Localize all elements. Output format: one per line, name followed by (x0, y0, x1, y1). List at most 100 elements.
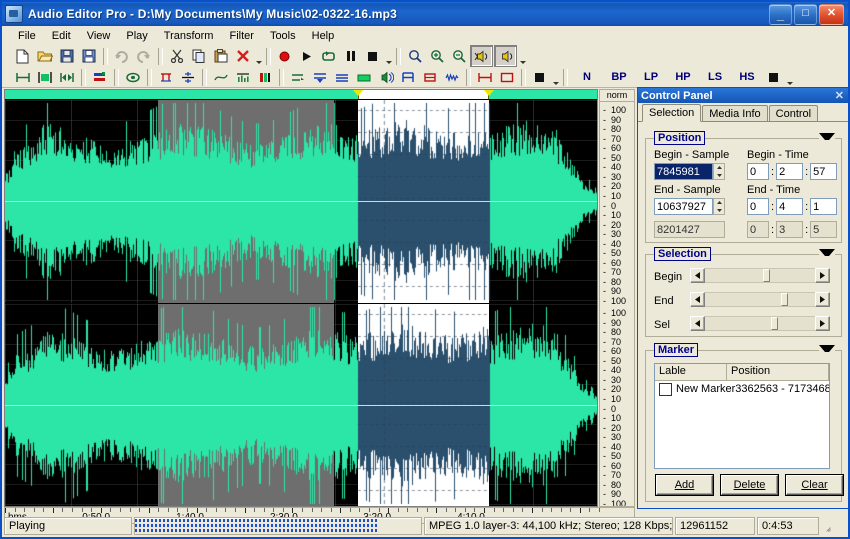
selection-end-scrollbar[interactable] (690, 292, 830, 307)
end-time-hours-input[interactable]: 0 (747, 198, 769, 215)
menu-edit[interactable]: Edit (44, 28, 79, 44)
stop-small-button[interactable] (529, 67, 550, 87)
loop-region-button[interactable] (122, 67, 143, 87)
marker-collapse-icon[interactable] (819, 345, 835, 352)
close-button[interactable]: ✕ (819, 4, 844, 25)
scroll-track[interactable] (705, 268, 815, 283)
end-sample-input[interactable]: 10637927 (654, 198, 713, 215)
delete-button[interactable] (232, 46, 253, 66)
echo-button[interactable] (375, 67, 396, 87)
undo-button[interactable] (111, 46, 132, 66)
end-time-minutes-input[interactable]: 4 (776, 198, 803, 215)
trim-button[interactable] (12, 67, 33, 87)
menu-play[interactable]: Play (118, 28, 155, 44)
menu-tools[interactable]: Tools (262, 28, 304, 44)
new-button[interactable] (12, 46, 33, 66)
menu-file[interactable]: File (10, 28, 44, 44)
scroll-thumb[interactable] (781, 293, 788, 306)
scroll-thumb[interactable] (763, 269, 770, 282)
pause-button[interactable] (340, 46, 361, 66)
zoom-in-button[interactable] (426, 46, 447, 66)
play-button[interactable] (296, 46, 317, 66)
save-button[interactable] (56, 46, 77, 66)
maximize-button[interactable]: □ (794, 4, 817, 25)
menu-filter[interactable]: Filter (221, 28, 261, 44)
open-button[interactable] (34, 46, 55, 66)
crop-button[interactable] (56, 67, 77, 87)
begin-sample-input[interactable]: 7845981 (654, 163, 713, 180)
scroll-track[interactable] (705, 316, 815, 331)
scroll-left-button[interactable] (690, 292, 705, 307)
cut-button[interactable] (166, 46, 187, 66)
resize-grip-icon[interactable] (821, 517, 835, 535)
marker-add-button[interactable]: Add (656, 475, 713, 495)
save-as-button[interactable] (78, 46, 99, 66)
level-button[interactable] (331, 67, 352, 87)
redo-button[interactable] (133, 46, 154, 66)
scroll-thumb[interactable] (771, 317, 778, 330)
scroll-right-button[interactable] (815, 316, 830, 331)
overview-bar[interactable] (5, 90, 597, 99)
filter-highpass-button[interactable]: HP (669, 68, 697, 86)
tab-selection[interactable]: Selection (642, 104, 701, 122)
insert-silence-button[interactable] (34, 67, 55, 87)
selection-start-handle-icon[interactable] (353, 90, 363, 96)
marker-clear-button[interactable]: Clear (786, 475, 843, 495)
begin-time-hours-input[interactable]: 0 (747, 163, 769, 180)
noise-button[interactable] (441, 67, 462, 87)
begin-sample-spinner[interactable] (713, 163, 725, 180)
selection-end-handle-icon[interactable] (484, 90, 494, 96)
fade-in-button[interactable] (287, 67, 308, 87)
menu-transform[interactable]: Transform (156, 28, 222, 44)
waveform-display[interactable] (4, 89, 598, 507)
marker-delete-button[interactable]: Delete (721, 475, 778, 495)
speaker-button[interactable] (494, 45, 517, 67)
waveform-channel-right[interactable] (5, 304, 597, 507)
fill-button[interactable] (353, 67, 374, 87)
zoom-button[interactable] (404, 46, 425, 66)
tools-dropdown-arrow-icon[interactable] (551, 65, 560, 89)
filter-highshelf-button[interactable]: HS (733, 68, 761, 86)
begin-time-seconds-input[interactable]: 57 (810, 163, 837, 180)
filter-lowpass-button[interactable]: LP (637, 68, 665, 86)
position-collapse-icon[interactable] (819, 133, 835, 140)
tab-media-info[interactable]: Media Info (702, 105, 767, 121)
audio-dropdown-arrow-icon[interactable] (518, 44, 527, 68)
scroll-right-button[interactable] (815, 292, 830, 307)
stretch-button[interactable] (474, 67, 495, 87)
overview-selection-range[interactable] (358, 90, 489, 99)
equalizer-button[interactable] (232, 67, 253, 87)
amplify-button[interactable] (254, 67, 275, 87)
volume-boost-button[interactable] (470, 45, 493, 67)
menu-view[interactable]: View (79, 28, 119, 44)
scroll-right-button[interactable] (815, 268, 830, 283)
end-sample-spinner[interactable] (713, 198, 725, 215)
selection-sel-scrollbar[interactable] (690, 316, 830, 331)
selection-begin-scrollbar[interactable] (690, 268, 830, 283)
menu-help[interactable]: Help (304, 28, 343, 44)
filter-stop-button[interactable] (763, 67, 784, 87)
zoom-out-button[interactable] (448, 46, 469, 66)
reverse-button[interactable] (419, 67, 440, 87)
filter-dropdown-arrow-icon[interactable] (785, 65, 794, 89)
tab-control[interactable]: Control (769, 105, 818, 121)
stop-button[interactable] (362, 46, 383, 66)
record-button[interactable] (274, 46, 295, 66)
marker-button[interactable] (496, 67, 517, 87)
begin-time-minutes-input[interactable]: 2 (776, 163, 803, 180)
marker-table[interactable]: Lable Position New Marker 3362563 - 7173… (654, 363, 830, 469)
mix-button[interactable] (89, 67, 110, 87)
copy-button[interactable] (188, 46, 209, 66)
control-panel-close-icon[interactable]: ✕ (833, 89, 846, 102)
invert-button[interactable] (397, 67, 418, 87)
fade-out-button[interactable] (309, 67, 330, 87)
dc-offset-button[interactable] (177, 67, 198, 87)
waveform-channel-left[interactable] (5, 100, 597, 303)
scroll-left-button[interactable] (690, 268, 705, 283)
scroll-track[interactable] (705, 292, 815, 307)
minimize-button[interactable]: _ (769, 4, 792, 25)
filter-notch-button[interactable]: N (573, 68, 601, 86)
selection-collapse-icon[interactable] (819, 249, 835, 256)
paste-button[interactable] (210, 46, 231, 66)
loop-button[interactable] (318, 46, 339, 66)
